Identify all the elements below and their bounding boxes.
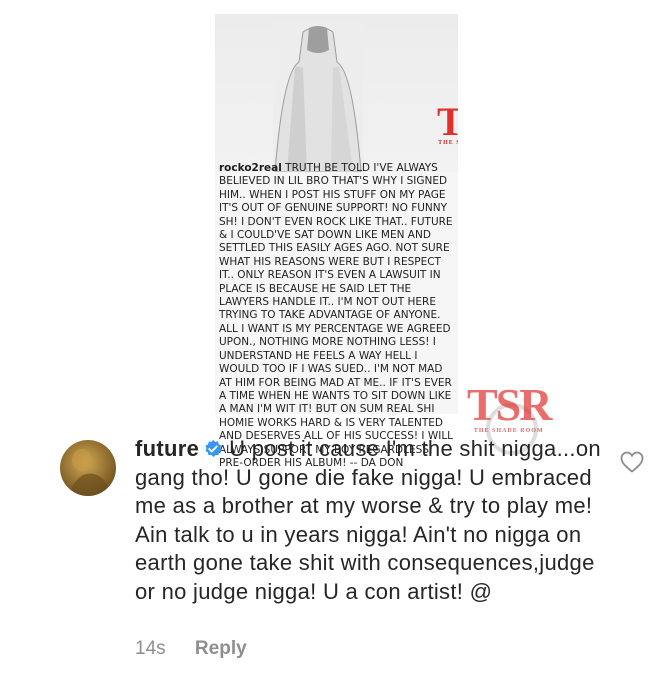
reply-button[interactable]: Reply (195, 638, 247, 659)
avatar[interactable] (60, 440, 116, 496)
comment-username[interactable]: future (135, 436, 199, 461)
avatar-image (68, 449, 110, 496)
comment-body: U post it cause I'm the shit nigga...on … (135, 436, 601, 604)
tsr-watermark-logo-2: TSR THE SHADE ROOM (467, 379, 552, 435)
comment: future U post it cause I'm the shit nigg… (135, 435, 605, 607)
comment-meta: 14s Reply (135, 638, 247, 660)
post-image: TSR THE SHADE ROOM (215, 14, 458, 172)
verified-badge-icon (205, 439, 222, 457)
post-caption-text: TRUTH BE TOLD I'VE ALWAYS BELIEVED IN LI… (219, 162, 454, 456)
comment-timestamp: 14s (135, 638, 166, 659)
post-caption: rocko2real TRUTH BE TOLD I'VE ALWAYS BEL… (219, 162, 455, 470)
tsr-watermark-logo: TSR THE SHADE ROOM (437, 99, 458, 147)
heart-icon[interactable] (620, 451, 644, 473)
person-photo (273, 22, 363, 172)
post-screenshot: TSR THE SHADE ROOM rocko2real TRUTH BE T… (215, 14, 458, 469)
post-username: rocko2real (219, 162, 282, 174)
